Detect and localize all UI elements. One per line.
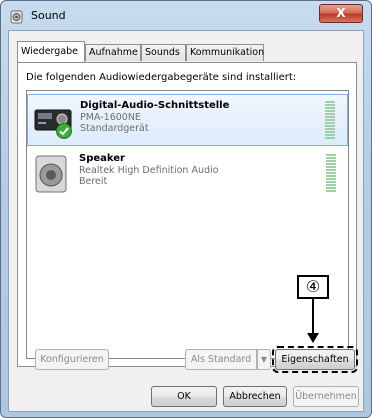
tab-sounds[interactable]: Sounds xyxy=(141,44,186,61)
configure-button[interactable]: Konfigurieren xyxy=(35,349,109,370)
annotation-arrow-line xyxy=(312,299,314,334)
tab-aufnahme[interactable]: Aufnahme xyxy=(85,44,141,61)
default-check-icon xyxy=(56,123,72,139)
device-name: Speaker xyxy=(79,153,125,164)
cancel-button[interactable]: Abbrechen xyxy=(223,386,287,407)
device-description: PMA-1600NE xyxy=(80,112,141,123)
panel-heading: Die folgenden Audiowiedergabegeräte sind… xyxy=(26,72,297,83)
device-description: Realtek High Definition Audio xyxy=(79,165,219,176)
playback-panel: Die folgenden Audiowiedergabegeräte sind… xyxy=(17,62,357,367)
speaker-icon xyxy=(35,155,67,193)
device-name: Digital-Audio-Schnittstelle xyxy=(80,100,230,111)
set-default-button[interactable]: Als Standard xyxy=(185,349,257,370)
device-list[interactable]: Digital-Audio-Schnittstelle PMA-1600NE S… xyxy=(26,90,349,359)
device-item-digital-audio[interactable]: Digital-Audio-Schnittstelle PMA-1600NE S… xyxy=(27,94,348,146)
device-status: Standardgerät xyxy=(80,123,149,134)
dialog-client-area: Wiedergabe Aufnahme Sounds Kommunikation… xyxy=(8,30,364,412)
tab-kommunikation[interactable]: Kommunikation xyxy=(186,44,264,61)
tab-wiedergabe[interactable]: Wiedergabe xyxy=(17,41,85,62)
properties-button[interactable]: Eigenschaften xyxy=(272,346,358,373)
sound-dialog-window: Sound X Wiedergabe Aufnahme Sounds Kommu… xyxy=(0,0,372,418)
set-default-dropdown[interactable]: ▼ xyxy=(257,349,271,370)
device-status: Bereit xyxy=(79,176,108,187)
ok-button[interactable]: OK xyxy=(151,386,217,407)
device-item-speaker[interactable]: Speaker Realtek High Definition Audio Be… xyxy=(27,148,348,200)
speaker-app-icon xyxy=(10,10,23,24)
close-button[interactable]: X xyxy=(319,4,363,23)
level-meter xyxy=(326,154,336,194)
apply-button[interactable]: Übernehmen xyxy=(293,386,359,407)
step-annotation-marker: ④ xyxy=(297,275,329,299)
level-meter xyxy=(325,101,335,141)
title-bar[interactable]: Sound X xyxy=(1,1,371,31)
annotation-arrow-head xyxy=(307,333,319,343)
window-title: Sound xyxy=(31,9,66,22)
